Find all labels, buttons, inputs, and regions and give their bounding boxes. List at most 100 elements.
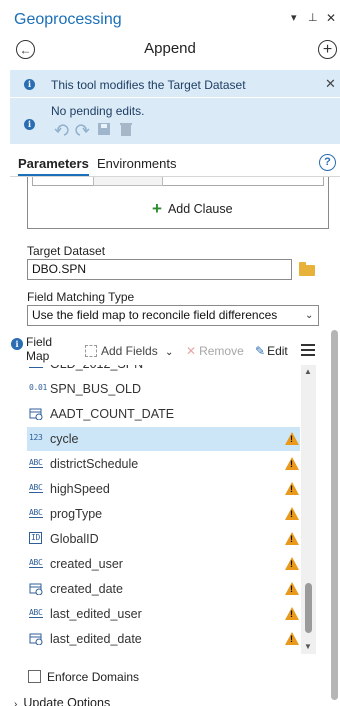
field-row[interactable]: ABC highSpeed! <box>27 477 300 501</box>
remove-field-button[interactable]: ✕ Remove <box>186 344 244 358</box>
text-field-icon: ABC <box>29 508 43 518</box>
discard-edits-icon[interactable] <box>120 123 132 136</box>
add-circle-icon[interactable]: + <box>318 40 337 59</box>
info-message-bar: i This tool modifies the Target Dataset … <box>10 70 340 97</box>
field-row[interactable]: ABC OLD_2012_SPN <box>27 365 300 376</box>
warning-icon: ! <box>285 557 299 570</box>
add-fields-button[interactable]: Add Fields ⌄ <box>85 344 173 358</box>
text-field-icon: ABC <box>29 365 43 368</box>
info-icon: i <box>24 119 35 130</box>
warning-icon: ! <box>285 457 299 470</box>
pane-options-icon[interactable]: ▾ <box>291 12 297 24</box>
scroll-down-icon[interactable]: ▼ <box>304 642 312 651</box>
text-field-icon: ABC <box>29 608 43 618</box>
field-name: AADT_COUNT_DATE <box>50 407 175 421</box>
info-message-text: This tool modifies the Target Dataset <box>51 78 246 92</box>
field-name: OLD_2012_SPN <box>50 365 143 371</box>
field-row[interactable]: ABC last_edited_user! <box>27 602 300 626</box>
add-clause-label: Add Clause <box>167 202 233 216</box>
field-list-scroll-thumb[interactable] <box>305 583 312 633</box>
edit-actions-toolbar <box>54 123 132 136</box>
scroll-up-icon[interactable]: ▲ <box>304 367 312 376</box>
panel-scrollbar[interactable] <box>329 330 339 700</box>
date-field-icon <box>29 632 43 647</box>
date-field-icon <box>29 407 43 422</box>
close-pane-icon[interactable]: ✕ <box>326 12 336 24</box>
pencil-icon: ✎ <box>255 344 266 358</box>
edit-status-text: No pending edits. <box>51 104 145 118</box>
field-map-list: ABC OLD_2012_SPN 0.01SPN_BUS_OLD AADT_COUNT… <box>27 365 316 654</box>
field-name: created_date <box>50 582 123 596</box>
tool-header: ← Append + <box>0 36 340 62</box>
save-edits-icon[interactable] <box>98 123 110 135</box>
edit-status-bar: i No pending edits. <box>10 98 340 144</box>
chevron-right-icon: › <box>14 699 18 706</box>
field-name: cycle <box>50 432 79 446</box>
field-row[interactable]: ABC progType! <box>27 502 300 526</box>
warning-icon: ! <box>285 482 299 495</box>
warning-icon: ! <box>285 582 299 595</box>
browse-folder-icon[interactable] <box>299 262 315 276</box>
field-name: progType <box>50 507 103 521</box>
tool-name: Append <box>144 40 196 57</box>
tab-environments[interactable]: Environments <box>97 156 176 171</box>
warning-icon: ! <box>285 607 299 620</box>
field-row[interactable]: ABC districtSchedule! <box>27 452 300 476</box>
add-clause-button[interactable]: + Add Clause <box>152 199 233 218</box>
field-row[interactable]: ID GlobalID! <box>27 527 300 551</box>
field-name: GlobalID <box>50 532 99 546</box>
enforce-domains-label: Enforce Domains <box>47 670 140 684</box>
field-map-label: Field Map <box>26 335 53 363</box>
field-row[interactable]: last_edited_date! <box>27 627 300 651</box>
clause-field-dropdown[interactable] <box>93 177 163 186</box>
target-dataset-input[interactable]: DBO.SPN <box>27 259 292 280</box>
help-icon[interactable]: ? <box>319 154 336 171</box>
info-icon: i <box>24 79 35 90</box>
tab-parameters[interactable]: Parameters <box>18 156 89 176</box>
warning-icon: ! <box>285 532 299 545</box>
enforce-domains-checkbox[interactable] <box>28 670 41 683</box>
field-row[interactable]: created_date! <box>27 577 300 601</box>
add-fields-icon <box>85 345 97 357</box>
pane-title-bar: Geoprocessing ▾ ⊥ ✕ <box>0 0 340 34</box>
pin-icon[interactable]: ⊥ <box>308 12 318 24</box>
field-map-menu-icon[interactable] <box>301 344 315 356</box>
date-field-icon <box>29 582 43 597</box>
text-field-icon: ABC <box>29 483 43 493</box>
chevron-down-icon: ⌄ <box>165 347 174 358</box>
clause-row <box>32 177 324 186</box>
field-row[interactable]: 123 cycle! <box>27 427 300 451</box>
undo-icon[interactable] <box>54 124 69 136</box>
field-matching-select[interactable]: Use the field map to reconcile field dif… <box>27 305 319 326</box>
info-icon: i <box>11 338 23 350</box>
field-row[interactable]: 0.01 SPN_BUS_OLD <box>27 377 300 401</box>
field-list-scrollbar[interactable]: ▲ ▼ <box>301 365 316 654</box>
warning-icon: ! <box>285 432 299 445</box>
integer-field-icon: 123 <box>29 433 43 442</box>
double-field-icon: 0.01 <box>29 383 48 392</box>
field-name: last_edited_date <box>50 632 142 646</box>
dismiss-info-icon[interactable]: ✕ <box>325 76 336 92</box>
text-field-icon: ABC <box>29 558 43 568</box>
expression-builder: + Add Clause <box>27 177 329 229</box>
panel-scroll-thumb[interactable] <box>331 330 338 700</box>
field-row[interactable]: ABC created_user! <box>27 552 300 576</box>
pane-title: Geoprocessing <box>14 11 122 28</box>
remove-icon: ✕ <box>186 344 197 358</box>
field-row[interactable]: AADT_COUNT_DATE <box>27 402 300 426</box>
update-options-section[interactable]: › Update Options <box>14 696 110 706</box>
parameters-panel: + Add Clause Target Dataset DBO.SPN Fiel… <box>10 177 340 706</box>
field-matching-label: Field Matching Type <box>27 290 135 304</box>
redo-icon[interactable] <box>75 124 90 136</box>
target-dataset-label: Target Dataset <box>27 244 106 258</box>
field-name: SPN_BUS_OLD <box>50 382 142 396</box>
field-name: highSpeed <box>50 482 110 496</box>
field-name: districtSchedule <box>50 457 139 471</box>
warning-icon: ! <box>285 507 299 520</box>
plus-icon: + <box>152 199 162 218</box>
field-name: created_user <box>50 557 123 571</box>
field-name: last_edited_user <box>50 607 142 621</box>
edit-field-button[interactable]: ✎ Edit <box>255 344 288 358</box>
text-field-icon: ABC <box>29 458 43 468</box>
warning-icon: ! <box>285 632 299 645</box>
